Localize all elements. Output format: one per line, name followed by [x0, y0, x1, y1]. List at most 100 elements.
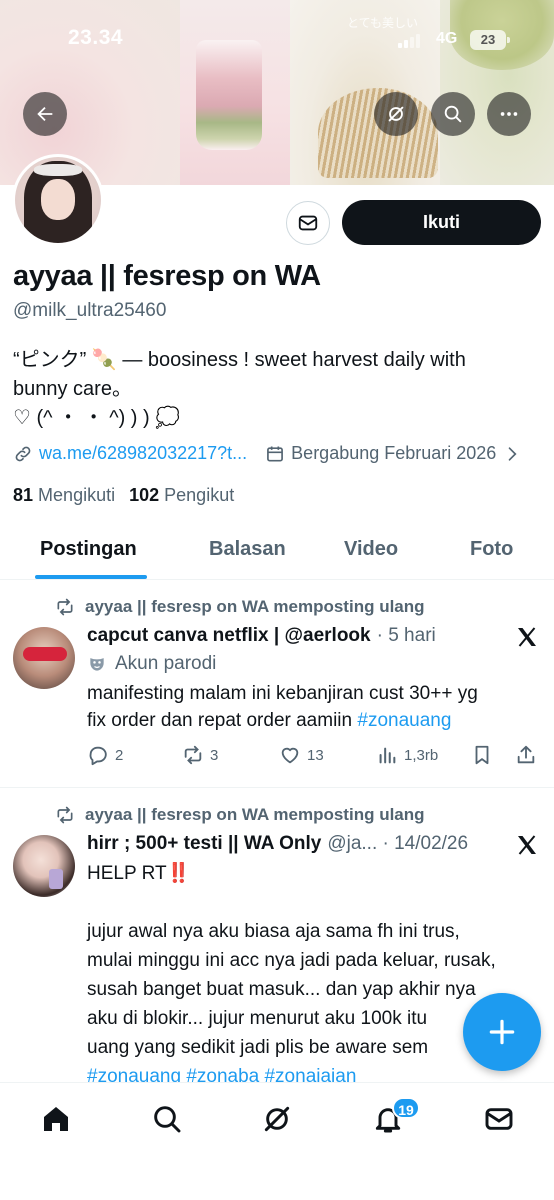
- post-author-name[interactable]: capcut canva netflix | @aerlook: [87, 625, 371, 647]
- repost-label: ayyaa || fesresp on WA memposting ulang: [85, 805, 425, 824]
- like-button[interactable]: 13: [279, 744, 324, 766]
- post-text-line: manifesting malam ini kebanjiran cust 30…: [87, 683, 478, 704]
- reply-button[interactable]: 2: [87, 744, 123, 766]
- profile-bio: “ピンク” 🍡 — boosiness ! sweet harvest dail…: [13, 346, 543, 433]
- profile-link[interactable]: wa.me/628982032217?t...: [39, 443, 247, 464]
- post-text-line: aku di blokir... jujur menurut aku 100k …: [87, 1008, 428, 1029]
- nav-home[interactable]: [40, 1103, 72, 1135]
- profile-avatar[interactable]: [12, 154, 104, 246]
- repost-icon: [57, 806, 73, 824]
- following-link[interactable]: 81 Mengikuti: [13, 485, 115, 505]
- x-logo-icon: [518, 835, 536, 855]
- home-icon: [44, 1107, 68, 1131]
- repost-icon: [184, 745, 202, 765]
- post-text-line: fix order dan repat order aamiin: [87, 710, 358, 731]
- post-time: @ja... · 14/02/26: [327, 833, 469, 854]
- views-button[interactable]: 1,3rb: [376, 744, 438, 766]
- mail-icon: [485, 1108, 513, 1130]
- profile-handle: @milk_ultra25460: [13, 300, 167, 321]
- followers-count: 102: [129, 485, 160, 505]
- grok-button[interactable]: [374, 92, 418, 136]
- parody-text: Akun parodi: [115, 653, 217, 674]
- post-text-line: jujur awal nya aku biasa aja sama fh ini…: [87, 921, 460, 942]
- tab-video[interactable]: Video: [344, 538, 398, 561]
- repost-icon: [57, 598, 73, 616]
- message-button[interactable]: [286, 201, 330, 245]
- notification-badge: 19: [392, 1097, 420, 1119]
- grok-icon: [388, 106, 404, 122]
- hashtag-link[interactable]: #zonauang: [357, 710, 451, 731]
- post-header: hirr ; 500+ testi || WA Only @ja... · 14…: [87, 833, 468, 855]
- profile-tabs: Postingan Balasan Video Foto: [0, 520, 554, 580]
- nav-messages[interactable]: [483, 1103, 515, 1135]
- compose-button[interactable]: [463, 993, 541, 1071]
- grok-icon: [264, 1106, 290, 1132]
- post-author-avatar[interactable]: [13, 835, 75, 897]
- following-label: Mengikuti: [38, 485, 116, 505]
- more-button[interactable]: [487, 92, 531, 136]
- repost-context: ayyaa || fesresp on WA memposting ulang: [55, 597, 425, 617]
- x-logo-icon: [518, 627, 536, 647]
- repost-context: ayyaa || fesresp on WA memposting ulang: [55, 805, 425, 825]
- post-header: capcut canva netflix | @aerlook · 5 hari: [87, 625, 436, 647]
- tab-photos[interactable]: Foto: [470, 538, 513, 561]
- follow-button[interactable]: Ikuti: [342, 200, 541, 245]
- back-icon: [37, 106, 53, 122]
- post-text-line: HELP RT‼️: [87, 863, 191, 884]
- search-button[interactable]: [431, 92, 475, 136]
- followers-label: Pengikut: [164, 485, 235, 505]
- follow-stats: 81 Mengikuti 102 Pengikut: [13, 485, 234, 506]
- repost-count: 3: [210, 746, 219, 764]
- post-time: · 5 hari: [376, 625, 436, 646]
- more-icon: [500, 112, 518, 116]
- post-text-line: mulai minggu ini acc nya jadi pada kelua…: [87, 950, 496, 971]
- signal-icon: [398, 34, 424, 48]
- battery-icon: 23: [470, 30, 510, 50]
- reply-icon: [89, 746, 107, 766]
- search-icon: [154, 1106, 181, 1133]
- bookmark-icon: [475, 745, 489, 765]
- post[interactable]: ayyaa || fesresp on WA memposting ulang …: [0, 597, 554, 787]
- message-icon: [298, 215, 318, 231]
- link-icon: [15, 446, 31, 461]
- nav-grok[interactable]: [261, 1103, 293, 1135]
- share-icon: [517, 745, 535, 764]
- profile-name: ayyaa || fesresp on WA: [13, 260, 321, 292]
- bio-line: bunny care。: [13, 378, 132, 400]
- repost-button[interactable]: 3: [182, 744, 218, 766]
- nav-search[interactable]: [151, 1103, 183, 1135]
- calendar-icon: [267, 446, 284, 461]
- post-text-line: susah banget buat masuk... dan yap akhir…: [87, 979, 476, 1000]
- followers-link[interactable]: 102 Pengikut: [129, 485, 234, 505]
- like-icon: [281, 747, 299, 764]
- joined-date: Bergabung Februari 2026: [291, 443, 497, 463]
- post-author-name[interactable]: hirr ; 500+ testi || WA Only: [87, 833, 321, 855]
- chevron-right-icon[interactable]: [502, 444, 522, 464]
- post-text-line: uang yang sedikit jadi plis be aware sem: [87, 1037, 429, 1058]
- post-divider: [0, 787, 554, 788]
- tab-replies[interactable]: Balasan: [209, 538, 286, 561]
- bottom-nav: 19: [0, 1082, 554, 1200]
- parody-label: Akun parodi: [87, 653, 216, 675]
- post-text: manifesting malam ini kebanjiran cust 30…: [87, 680, 542, 734]
- repost-label: ayyaa || fesresp on WA memposting ulang: [85, 597, 425, 616]
- back-button[interactable]: [23, 92, 67, 136]
- plus-icon: [489, 1019, 515, 1045]
- bio-line: “ピンク” 🍡 — boosiness ! sweet harvest dail…: [13, 349, 466, 371]
- post-actions: 2 3 13 1,3rb: [87, 744, 542, 770]
- following-count: 81: [13, 485, 34, 505]
- search-icon: [444, 105, 462, 123]
- status-time: 23.34: [68, 26, 124, 49]
- bio-line: ♡ (^ ・ ・ ^) ) ) 💭: [13, 407, 181, 429]
- views-count: 1,3rb: [404, 746, 439, 764]
- network-type: 4G: [436, 30, 458, 47]
- tab-posts[interactable]: Postingan: [40, 538, 137, 561]
- bookmark-button[interactable]: [471, 744, 499, 766]
- status-bar: 23.34 4G 23: [0, 26, 554, 56]
- views-icon: [379, 747, 396, 764]
- reply-count: 2: [115, 746, 124, 764]
- share-button[interactable]: [515, 744, 543, 766]
- like-count: 13: [307, 746, 324, 764]
- parody-mask-icon: [90, 658, 104, 671]
- post-author-avatar[interactable]: [13, 627, 75, 689]
